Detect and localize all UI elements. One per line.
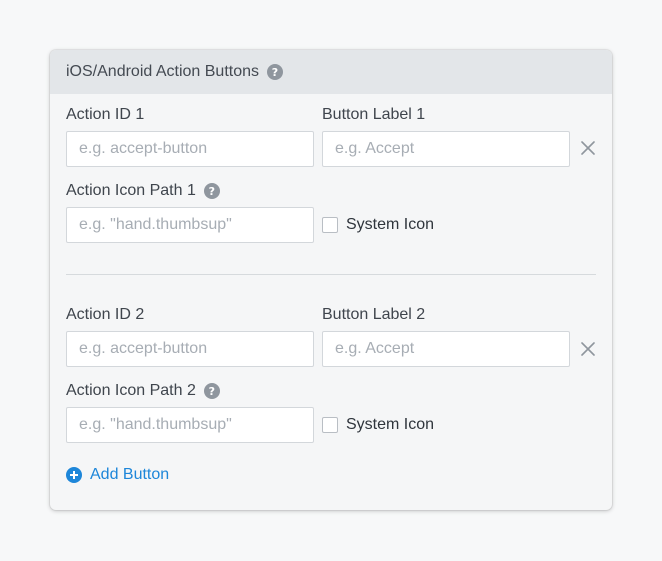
button-label-1-label: Button Label 1 xyxy=(322,106,426,123)
action-icon-path-2-label-text: Action Icon Path 2 xyxy=(66,382,196,399)
question-circle-icon[interactable]: ? xyxy=(203,383,220,399)
action-icon-path-1-label: Action Icon Path 1 ? xyxy=(66,182,220,200)
action-buttons-panel: iOS/Android Action Buttons ? Action ID 1… xyxy=(50,50,612,510)
action-id-2-label: Action ID 2 xyxy=(66,306,145,323)
system-icon-2-label[interactable]: System Icon xyxy=(346,416,434,434)
add-button-label: Add Button xyxy=(90,466,170,483)
button-label-1-input[interactable] xyxy=(322,131,570,167)
close-icon[interactable] xyxy=(578,138,598,158)
question-circle-icon[interactable]: ? xyxy=(267,64,283,80)
action-icon-path-1-input[interactable] xyxy=(66,207,314,243)
panel-header: iOS/Android Action Buttons ? xyxy=(50,50,612,94)
system-icon-2-checkbox[interactable] xyxy=(322,417,338,433)
button-label-2-label: Button Label 2 xyxy=(322,306,426,323)
section-divider xyxy=(66,274,596,275)
action-id-2-input[interactable] xyxy=(66,331,314,367)
action-id-1-label: Action ID 1 xyxy=(66,106,145,123)
system-icon-1-label[interactable]: System Icon xyxy=(346,216,434,234)
action-id-1-input[interactable] xyxy=(66,131,314,167)
panel-title: iOS/Android Action Buttons xyxy=(66,63,259,80)
action-icon-path-1-label-text: Action Icon Path 1 xyxy=(66,182,196,199)
plus-circle-icon xyxy=(66,467,82,483)
question-circle-icon[interactable]: ? xyxy=(203,183,220,199)
system-icon-1-checkbox[interactable] xyxy=(322,217,338,233)
close-icon[interactable] xyxy=(578,339,598,359)
button-label-2-input[interactable] xyxy=(322,331,570,367)
add-button[interactable]: Add Button xyxy=(66,466,169,484)
action-icon-path-2-input[interactable] xyxy=(66,407,314,443)
action-icon-path-2-label: Action Icon Path 2 ? xyxy=(66,382,220,400)
